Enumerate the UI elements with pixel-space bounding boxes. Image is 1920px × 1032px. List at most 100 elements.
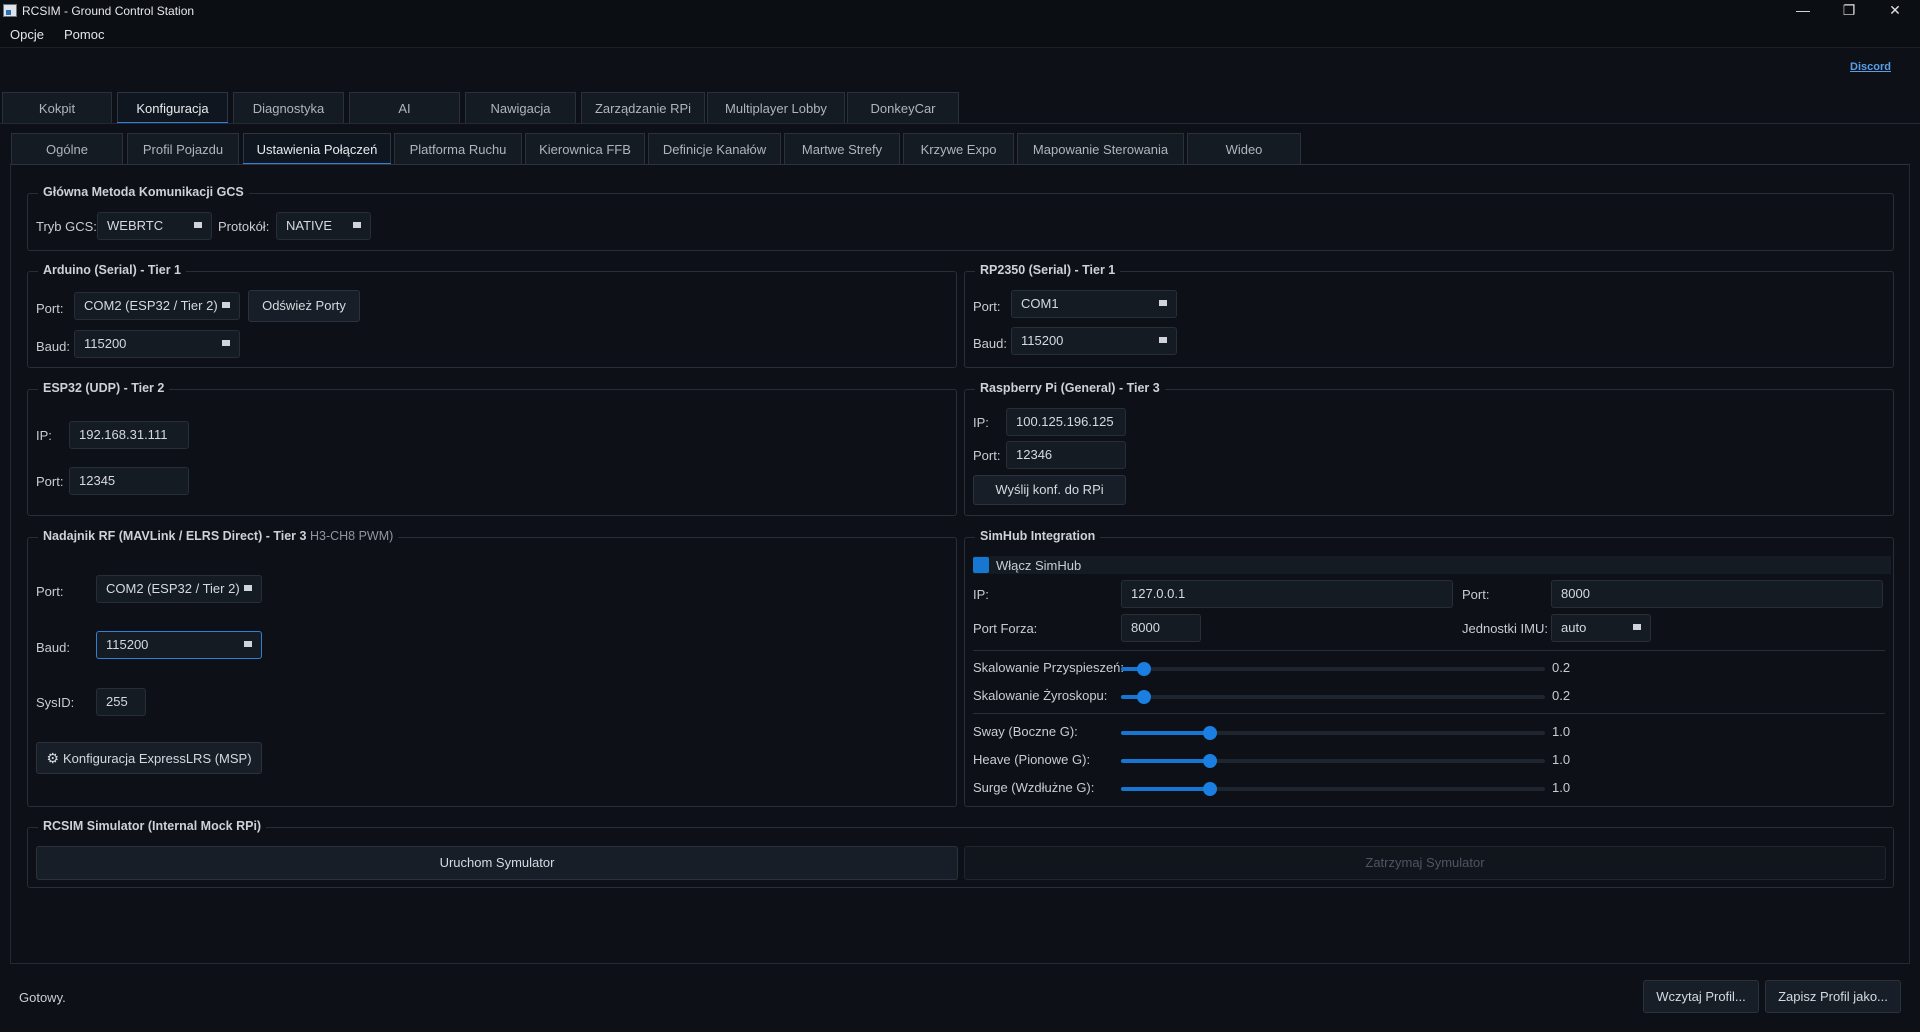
simhub-port-input[interactable]: 8000 xyxy=(1551,580,1883,608)
slider-handle[interactable] xyxy=(1137,662,1152,676)
arduino-group-title: Arduino (Serial) - Tier 1 xyxy=(38,263,186,277)
rf-baud-select[interactable]: 115200 xyxy=(96,631,262,659)
app-icon xyxy=(3,4,17,17)
window-title: RCSIM - Ground Control Station xyxy=(22,4,195,18)
tab-mapowanie-sterowania[interactable]: Mapowanie Sterowania xyxy=(1017,133,1184,164)
send-rpi-config-button[interactable]: Wyślij konf. do RPi xyxy=(973,475,1126,505)
simhub-imu-units-select[interactable]: auto xyxy=(1551,614,1651,642)
dropdown-arrow-icon xyxy=(222,340,230,346)
refresh-ports-button[interactable]: Odśwież Porty xyxy=(248,290,360,322)
dropdown-arrow-icon xyxy=(194,222,202,228)
sway-slider[interactable] xyxy=(1121,726,1545,740)
rpi-ip-input[interactable]: 100.125.196.125 xyxy=(1006,408,1126,436)
dropdown-arrow-icon xyxy=(222,302,230,308)
slider-handle[interactable] xyxy=(1203,754,1218,768)
sway-value: 1.0 xyxy=(1552,724,1571,739)
accel-scale-slider[interactable] xyxy=(1121,662,1545,676)
tab-kierownica-ffb[interactable]: Kierownica FFB xyxy=(525,133,645,164)
simhub-force-port-input[interactable]: 8000 xyxy=(1121,614,1201,642)
esp32-port-label: Port: xyxy=(36,474,64,489)
tab-wideo[interactable]: Wideo xyxy=(1187,133,1301,164)
title-bar: RCSIM - Ground Control Station — ❐ ✕ xyxy=(0,0,1920,22)
surge-label: Surge (Wzdłużne G): xyxy=(973,780,1095,795)
arduino-port-value: COM2 (ESP32 / Tier 2) xyxy=(84,298,218,313)
status-text: Gotowy. xyxy=(19,990,66,1005)
tab-krzywe-expo[interactable]: Krzywe Expo xyxy=(903,133,1014,164)
rf-group-title-overlap: H3-CH8 PWM) xyxy=(309,529,394,543)
tab-multiplayer-lobby[interactable]: Multiplayer Lobby xyxy=(707,92,845,123)
rp2350-port-label: Port: xyxy=(973,299,1001,314)
rf-sysid-label: SysID: xyxy=(36,695,75,710)
gcs-mode-value: WEBRTC xyxy=(107,218,164,233)
tab-donkeycar[interactable]: DonkeyCar xyxy=(847,92,959,123)
divider xyxy=(973,650,1885,651)
slider-handle[interactable] xyxy=(1203,726,1218,740)
gcs-protocol-select[interactable]: NATIVE xyxy=(276,212,371,240)
surge-slider[interactable] xyxy=(1121,782,1545,796)
rpi-ip-label: IP: xyxy=(973,415,989,430)
arduino-baud-select[interactable]: 115200 xyxy=(74,330,240,358)
rf-port-value: COM2 (ESP32 / Tier 2) xyxy=(106,581,240,596)
elrs-config-button[interactable]: ⚙ Konfiguracja ExpressLRS (MSP) xyxy=(36,742,262,774)
rf-group-title-text: Nadajnik RF (MAVLink / ELRS Direct) - Ti… xyxy=(43,529,307,543)
tab-ustawienia-polaczen[interactable]: Ustawienia Połączeń xyxy=(243,133,391,165)
simhub-ip-label: IP: xyxy=(973,587,989,602)
sway-label: Sway (Boczne G): xyxy=(973,724,1078,739)
rp2350-group: RP2350 (Serial) - Tier 1 Port: COM1 Baud… xyxy=(964,263,1894,368)
menu-help[interactable]: Pomoc xyxy=(64,27,104,42)
slider-handle[interactable] xyxy=(1203,782,1218,796)
dropdown-arrow-icon xyxy=(1159,337,1167,343)
gcs-mode-label: Tryb GCS: xyxy=(36,219,97,234)
rpi-group-title: Raspberry Pi (General) - Tier 3 xyxy=(975,381,1165,395)
heave-slider[interactable] xyxy=(1121,754,1545,768)
menu-options[interactable]: Opcje xyxy=(10,27,44,42)
elrs-config-button-label: Konfiguracja ExpressLRS (MSP) xyxy=(62,751,252,766)
rf-sysid-input[interactable]: 255 xyxy=(96,688,146,716)
save-profile-button[interactable]: Zapisz Profil jako... xyxy=(1765,980,1901,1013)
simhub-group-title: SimHub Integration xyxy=(975,529,1101,543)
esp32-group: ESP32 (UDP) - Tier 2 IP: 192.168.31.111 … xyxy=(27,381,957,516)
simhub-enable-row xyxy=(973,556,1891,574)
tab-ai[interactable]: AI xyxy=(349,92,460,123)
tab-zarzadzanie-rpi[interactable]: Zarządzanie RPi xyxy=(581,92,705,123)
gcs-mode-select[interactable]: WEBRTC xyxy=(97,212,212,240)
tab-kokpit[interactable]: Kokpit xyxy=(2,92,112,123)
rp2350-port-select[interactable]: COM1 xyxy=(1011,290,1177,318)
arduino-port-select[interactable]: COM2 (ESP32 / Tier 2) xyxy=(74,292,240,320)
stop-simulator-button[interactable]: Zatrzymaj Symulator xyxy=(964,846,1886,880)
simhub-ip-input[interactable]: 127.0.0.1 xyxy=(1121,580,1453,608)
tab-platforma-ruchu[interactable]: Platforma Ruchu xyxy=(394,133,522,164)
close-button[interactable]: ✕ xyxy=(1872,0,1918,22)
simhub-port-label: Port: xyxy=(1462,587,1490,602)
start-simulator-button[interactable]: Uruchom Symulator xyxy=(36,846,958,880)
maximize-button[interactable]: ❐ xyxy=(1826,0,1872,22)
minimize-button[interactable]: — xyxy=(1780,0,1826,22)
rf-port-select[interactable]: COM2 (ESP32 / Tier 2) xyxy=(96,575,262,603)
rf-baud-label: Baud: xyxy=(36,640,70,655)
gcs-protocol-value: NATIVE xyxy=(286,218,332,233)
tab-ogolne[interactable]: Ogólne xyxy=(11,133,123,164)
tab-definicje-kanalow[interactable]: Definicje Kanałów xyxy=(648,133,781,164)
simhub-imu-units-label: Jednostki IMU: xyxy=(1462,621,1548,636)
gyro-scale-slider[interactable] xyxy=(1121,690,1545,704)
gyro-scale-label: Skalowanie Żyroskopu: xyxy=(973,688,1108,703)
tab-martwe-strefy[interactable]: Martwe Strefy xyxy=(784,133,900,164)
esp32-ip-input[interactable]: 192.168.31.111 xyxy=(69,421,189,449)
dropdown-arrow-icon xyxy=(1633,624,1641,630)
rp2350-baud-value: 115200 xyxy=(1021,333,1064,348)
arduino-baud-label: Baud: xyxy=(36,339,70,354)
discord-link[interactable]: Discord xyxy=(1850,61,1891,73)
esp32-group-title: ESP32 (UDP) - Tier 2 xyxy=(38,381,170,395)
tab-konfiguracja[interactable]: Konfiguracja xyxy=(117,92,228,124)
rpi-port-input[interactable]: 12346 xyxy=(1006,441,1126,469)
dropdown-arrow-icon xyxy=(1159,300,1167,306)
tab-nawigacja[interactable]: Nawigacja xyxy=(465,92,576,123)
esp32-port-input[interactable]: 12345 xyxy=(69,467,189,495)
tab-profil-pojazdu[interactable]: Profil Pojazdu xyxy=(127,133,239,164)
tab-diagnostyka[interactable]: Diagnostyka xyxy=(233,92,344,123)
simhub-enable-checkbox[interactable] xyxy=(973,557,989,573)
rp2350-baud-select[interactable]: 115200 xyxy=(1011,327,1177,355)
arduino-port-label: Port: xyxy=(36,301,64,316)
load-profile-button[interactable]: Wczytaj Profil... xyxy=(1643,980,1759,1013)
slider-handle[interactable] xyxy=(1137,690,1152,704)
